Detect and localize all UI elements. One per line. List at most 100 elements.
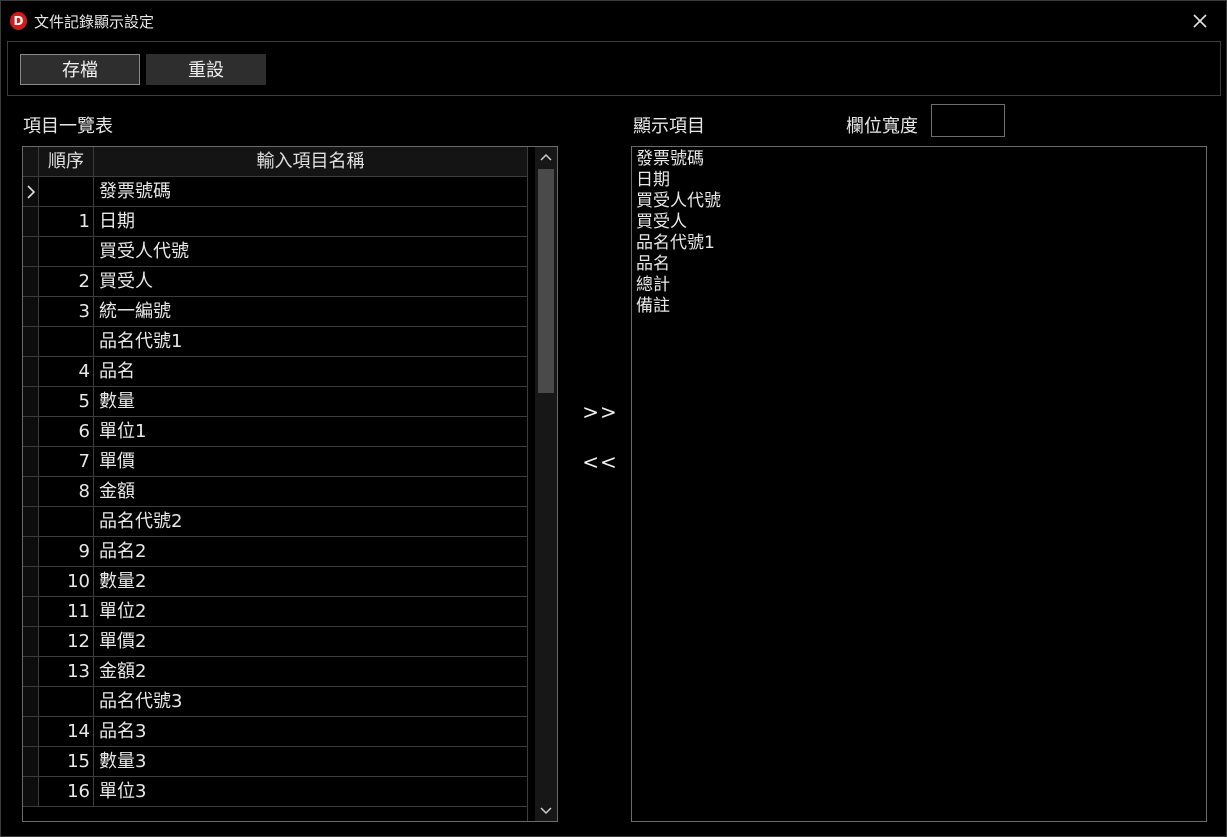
table-row[interactable]: 10 數量2 (23, 567, 527, 597)
row-name-cell[interactable]: 品名代號2 (94, 507, 527, 536)
row-name-cell[interactable]: 數量3 (94, 747, 527, 776)
list-item[interactable]: 發票號碼 (636, 149, 1202, 170)
row-name-cell[interactable]: 品名代號3 (94, 687, 527, 716)
reset-button[interactable]: 重設 (146, 54, 266, 85)
table-row[interactable]: 7 單價 (23, 447, 527, 477)
row-name-cell[interactable]: 單價 (94, 447, 527, 476)
remove-from-display-button[interactable]: << (580, 447, 620, 477)
row-selector[interactable] (23, 207, 39, 236)
row-selector[interactable] (23, 387, 39, 416)
list-item[interactable]: 買受人 (636, 212, 1202, 233)
row-selector[interactable] (23, 477, 39, 506)
row-seq-cell[interactable]: 7 (39, 447, 94, 476)
row-selector[interactable] (23, 627, 39, 656)
list-item[interactable]: 品名 (636, 254, 1202, 275)
column-width-input[interactable] (931, 104, 1005, 137)
row-name-cell[interactable]: 單位3 (94, 777, 527, 806)
table-row[interactable]: 品名代號3 (23, 687, 527, 717)
row-seq-cell[interactable]: 14 (39, 717, 94, 746)
table-row[interactable]: 4 品名 (23, 357, 527, 387)
row-name-cell[interactable]: 金額 (94, 477, 527, 506)
table-row[interactable]: 13 金額2 (23, 657, 527, 687)
item-list-grid[interactable]: 順序 輸入項目名稱 發票號碼 1 日期 買受人代號 2 買受人 3 統一編號 品名代號1 4 品名 5… (22, 146, 558, 822)
table-row[interactable]: 9 品名2 (23, 537, 527, 567)
row-name-cell[interactable]: 數量2 (94, 567, 527, 596)
table-row[interactable]: 5 數量 (23, 387, 527, 417)
row-seq-cell[interactable]: 15 (39, 747, 94, 776)
table-row[interactable]: 11 單位2 (23, 597, 527, 627)
row-selector[interactable] (23, 687, 39, 716)
row-seq-cell[interactable] (39, 507, 94, 536)
row-name-cell[interactable]: 品名代號1 (94, 327, 527, 356)
table-row[interactable]: 6 單位1 (23, 417, 527, 447)
table-row[interactable]: 15 數量3 (23, 747, 527, 777)
table-row[interactable]: 2 買受人 (23, 267, 527, 297)
header-item-name[interactable]: 輸入項目名稱 (94, 147, 527, 177)
row-seq-cell[interactable] (39, 177, 94, 206)
row-selector[interactable] (23, 417, 39, 446)
save-button[interactable]: 存檔 (20, 54, 140, 85)
row-name-cell[interactable]: 品名2 (94, 537, 527, 566)
list-item[interactable]: 總計 (636, 275, 1202, 296)
row-name-cell[interactable]: 買受人 (94, 267, 527, 296)
row-name-cell[interactable]: 數量 (94, 387, 527, 416)
row-seq-cell[interactable]: 11 (39, 597, 94, 626)
row-seq-cell[interactable]: 2 (39, 267, 94, 296)
row-seq-cell[interactable] (39, 687, 94, 716)
row-seq-cell[interactable]: 13 (39, 657, 94, 686)
row-name-cell[interactable]: 金額2 (94, 657, 527, 686)
grid-scrollbar[interactable] (535, 147, 557, 821)
row-selector[interactable] (23, 717, 39, 746)
header-seq[interactable]: 順序 (39, 147, 94, 177)
add-to-display-button[interactable]: >> (580, 397, 620, 427)
list-item[interactable]: 日期 (636, 170, 1202, 191)
row-seq-cell[interactable]: 6 (39, 417, 94, 446)
scroll-up-button[interactable] (535, 147, 557, 169)
row-seq-cell[interactable]: 8 (39, 477, 94, 506)
row-seq-cell[interactable]: 12 (39, 627, 94, 656)
table-row[interactable]: 品名代號1 (23, 327, 527, 357)
scroll-thumb[interactable] (538, 169, 554, 393)
row-selector[interactable] (23, 327, 39, 356)
close-button[interactable] (1188, 9, 1212, 33)
row-name-cell[interactable]: 品名 (94, 357, 527, 386)
row-seq-cell[interactable] (39, 327, 94, 356)
row-seq-cell[interactable]: 4 (39, 357, 94, 386)
row-name-cell[interactable]: 買受人代號 (94, 237, 527, 266)
row-selector[interactable] (23, 267, 39, 296)
table-row[interactable]: 8 金額 (23, 477, 527, 507)
row-seq-cell[interactable]: 10 (39, 567, 94, 596)
list-item[interactable]: 備註 (636, 296, 1202, 317)
table-row[interactable]: 3 統一編號 (23, 297, 527, 327)
row-selector[interactable] (23, 747, 39, 776)
row-seq-cell[interactable]: 5 (39, 387, 94, 416)
row-seq-cell[interactable]: 16 (39, 777, 94, 806)
row-selector[interactable] (23, 297, 39, 326)
row-selector[interactable] (23, 777, 39, 806)
list-item[interactable]: 買受人代號 (636, 191, 1202, 212)
table-row[interactable]: 12 單價2 (23, 627, 527, 657)
row-seq-cell[interactable]: 1 (39, 207, 94, 236)
display-items-list[interactable]: 發票號碼 日期 買受人代號 買受人 品名代號1 品名 總計 備註 (631, 146, 1207, 822)
row-selector[interactable] (23, 507, 39, 536)
row-seq-cell[interactable] (39, 237, 94, 266)
row-name-cell[interactable]: 單位1 (94, 417, 527, 446)
row-seq-cell[interactable]: 9 (39, 537, 94, 566)
row-selector[interactable] (23, 657, 39, 686)
row-name-cell[interactable]: 發票號碼 (94, 177, 527, 206)
row-name-cell[interactable]: 品名3 (94, 717, 527, 746)
scroll-down-button[interactable] (535, 799, 557, 821)
row-selector[interactable] (23, 237, 39, 266)
list-item[interactable]: 品名代號1 (636, 233, 1202, 254)
table-row[interactable]: 買受人代號 (23, 237, 527, 267)
row-selector[interactable] (23, 597, 39, 626)
row-seq-cell[interactable]: 3 (39, 297, 94, 326)
row-selector[interactable] (23, 537, 39, 566)
row-selector[interactable] (23, 447, 39, 476)
row-selector[interactable] (23, 567, 39, 596)
table-row[interactable]: 發票號碼 (23, 177, 527, 207)
row-selector[interactable] (23, 357, 39, 386)
table-row[interactable]: 16 單位3 (23, 777, 527, 807)
table-row[interactable]: 品名代號2 (23, 507, 527, 537)
row-name-cell[interactable]: 統一編號 (94, 297, 527, 326)
